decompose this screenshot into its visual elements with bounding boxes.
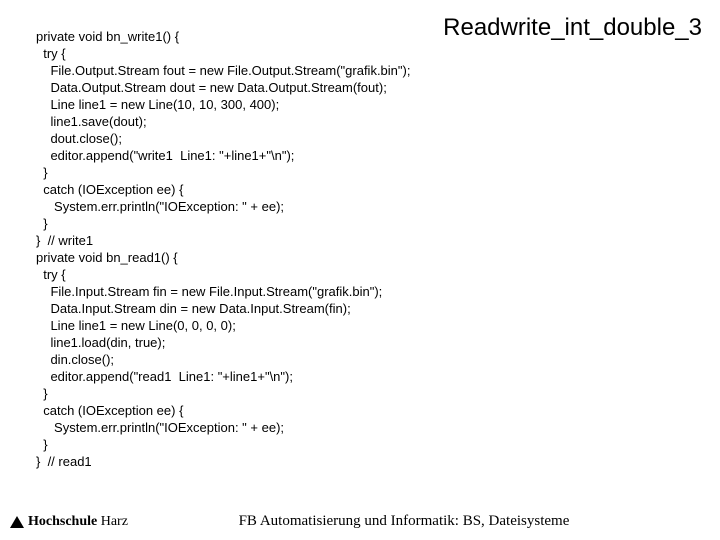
code-block: private void bn_write1() { try { File.Ou… [36,28,410,470]
footer-text: FB Automatisierung und Informatik: BS, D… [88,513,720,530]
footer: Hochschule Harz FB Automatisierung und I… [0,513,720,530]
logo-bold: Hochschule [28,514,97,529]
triangle-icon [10,516,24,528]
slide-title: Readwrite_int_double_3 [443,14,702,42]
slide-container: Readwrite_int_double_3 private void bn_w… [0,0,720,540]
